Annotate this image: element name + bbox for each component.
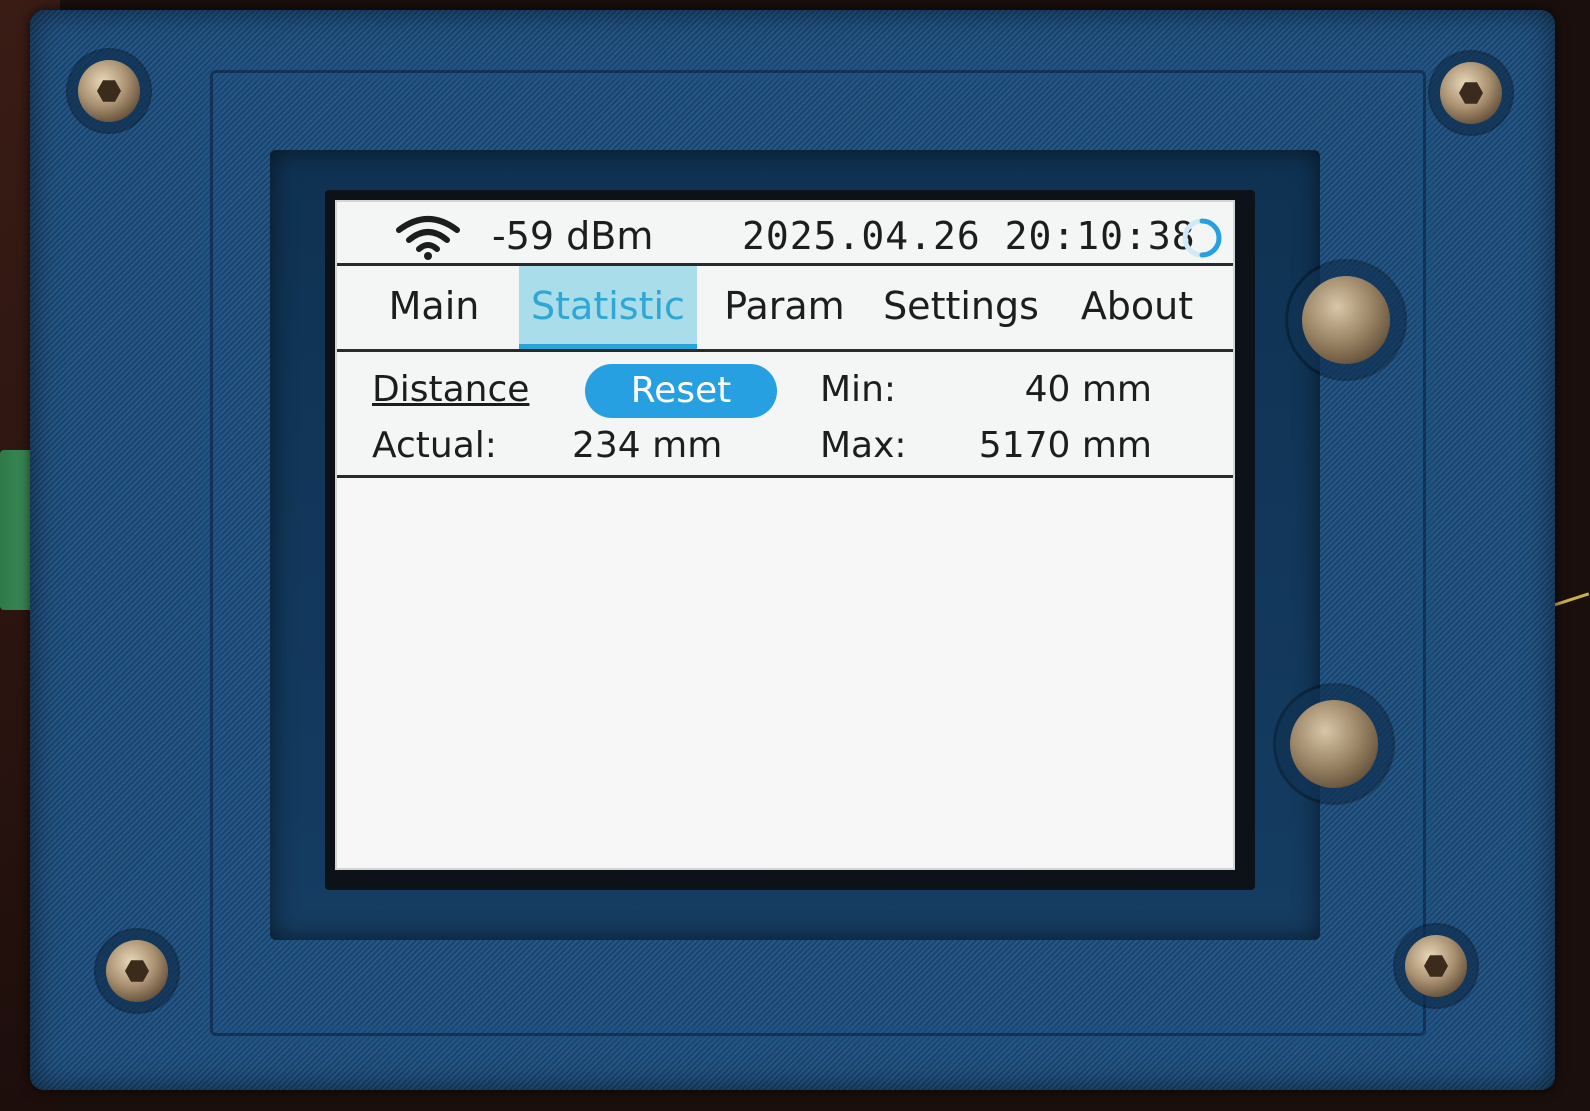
hardware-button-lower[interactable] [1290, 700, 1378, 788]
tab-settings[interactable]: Settings [869, 266, 1053, 349]
statistic-chart-area [337, 478, 1233, 868]
min-value: 40 mm [1024, 369, 1152, 410]
tab-statistic[interactable]: Statistic [519, 266, 697, 349]
actual-value: 234 mm [572, 425, 723, 466]
screw-bottom-left [106, 940, 168, 1002]
datetime-readout: 2025.04.26 20:10:38 [742, 214, 1196, 258]
tab-param[interactable]: Param [712, 266, 857, 349]
tab-main[interactable]: Main [359, 266, 509, 349]
rssi-readout: -59 dBm [492, 214, 654, 258]
actual-label: Actual: [372, 425, 497, 466]
hardware-button-upper[interactable] [1302, 276, 1390, 364]
lcd-screen: -59 dBm 2025.04.26 20:10:38 Main Statist… [335, 200, 1235, 870]
tab-about[interactable]: About [1067, 266, 1207, 349]
max-label: Max: [820, 425, 907, 466]
distance-title[interactable]: Distance [372, 368, 529, 412]
screw-bottom-right [1405, 935, 1467, 997]
max-value: 5170 mm [978, 425, 1152, 466]
wifi-icon [395, 214, 461, 264]
min-label: Min: [820, 369, 897, 410]
screw-top-right [1440, 62, 1502, 124]
tab-bar: Main Statistic Param Settings About [337, 266, 1233, 352]
spinner-icon [1180, 216, 1224, 264]
status-bar: -59 dBm 2025.04.26 20:10:38 [337, 202, 1233, 266]
reset-button[interactable]: Reset [585, 364, 777, 418]
distance-stats-panel: Distance Reset Min: 40 mm Actual: 234 mm… [337, 352, 1233, 478]
screw-top-left [78, 60, 140, 122]
